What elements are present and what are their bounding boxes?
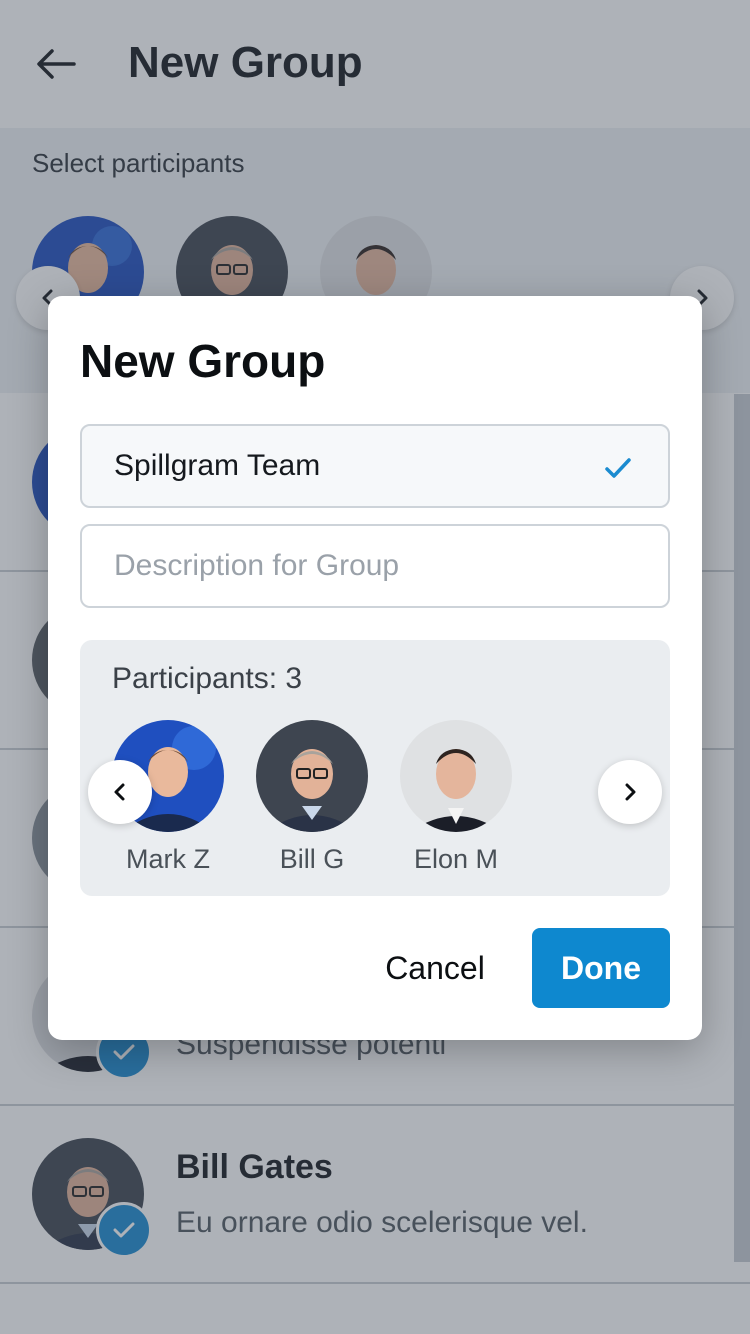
avatar <box>256 720 368 832</box>
done-button[interactable]: Done <box>532 928 670 1008</box>
check-icon <box>605 458 631 478</box>
group-name-value: Spillgram Team <box>114 449 321 482</box>
participant-item[interactable]: Bill G <box>256 720 368 875</box>
participants-count: Participants: 3 <box>112 662 303 695</box>
participants-panel: Participants: 3 Mark Z Bill G Elon M <box>80 640 670 896</box>
cancel-button[interactable]: Cancel <box>372 928 498 1008</box>
new-group-dialog: New Group Spillgram Team Participants: 3… <box>48 296 702 1040</box>
avatar <box>400 720 512 832</box>
description-field[interactable] <box>80 524 670 608</box>
chevron-right-icon <box>625 783 636 801</box>
group-name-field[interactable]: Spillgram Team <box>80 424 670 508</box>
participant-name: Bill G <box>279 844 345 874</box>
participants-next-button[interactable] <box>598 760 662 824</box>
participant-name: Mark Z <box>126 844 210 874</box>
participant-item[interactable]: Elon M <box>400 720 512 875</box>
participants-prev-button[interactable] <box>88 760 152 824</box>
dialog-title: New Group <box>80 335 326 387</box>
participant-name: Elon M <box>413 844 499 874</box>
description-input[interactable] <box>114 549 634 583</box>
chevron-left-icon <box>114 783 125 801</box>
